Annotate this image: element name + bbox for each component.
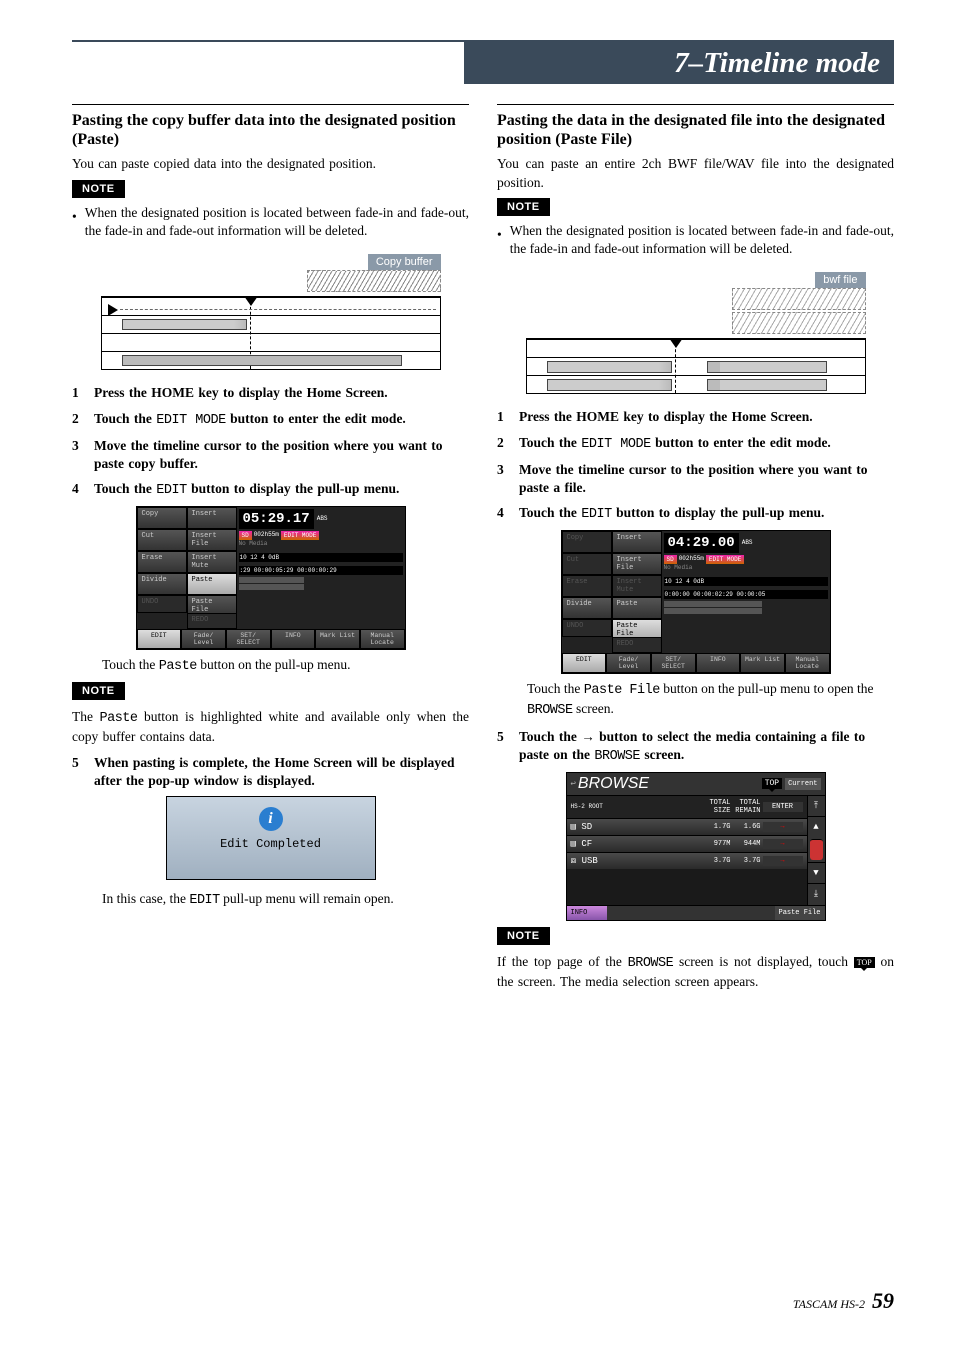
scroll-top-icon: ⤒ bbox=[808, 795, 825, 816]
note2-text-r: If the top page of the BROWSE screen is … bbox=[497, 953, 894, 991]
browse-title: BROWSE bbox=[578, 775, 762, 793]
step-1: 1Press the HOME key to display the Home … bbox=[72, 384, 469, 402]
intro-text-r: You can paste an entire 2ch BWF file/WAV… bbox=[497, 155, 894, 191]
root-crumb: HS-2 ROOT bbox=[571, 803, 701, 810]
info-button: INFO bbox=[567, 906, 607, 920]
product-name: TASCAM HS-2 bbox=[793, 1297, 865, 1311]
step-2-r: 2Touch the EDIT MODE button to enter the… bbox=[497, 434, 894, 454]
scroll-thumb bbox=[810, 839, 823, 860]
paste-file-button: Paste File bbox=[775, 906, 825, 920]
note-text: When the designated position is located … bbox=[85, 204, 469, 240]
enter-arrow-icon: → bbox=[763, 822, 803, 832]
page-number: 59 bbox=[868, 1288, 894, 1313]
cf-icon: ▤ bbox=[571, 839, 582, 849]
step-1-r: 1Press the HOME key to display the Home … bbox=[497, 408, 894, 426]
final-para: In this case, the EDIT pull-up menu will… bbox=[72, 890, 469, 910]
intro-text: You can paste copied data into the desig… bbox=[72, 155, 469, 173]
edit-pullup-screenshot-r: Copy Cut Erase Divide Insert Insert File… bbox=[561, 530, 831, 674]
browse-screenshot: ↩ BROWSE TOP Current HS-2 ROOT TOTAL SIZ… bbox=[566, 772, 826, 921]
top-icon: TOP bbox=[762, 778, 782, 790]
edit-completed-text: Edit Completed bbox=[167, 837, 375, 851]
step-5: 5When pasting is complete, the Home Scre… bbox=[72, 754, 469, 789]
bullet-dot: • bbox=[497, 222, 502, 258]
note2-text: The Paste button is highlighted white an… bbox=[72, 708, 469, 746]
touch-paste-instruction: Touch the Paste button on the pull-up me… bbox=[72, 656, 469, 676]
section-heading-paste: Pasting the copy buffer data into the de… bbox=[72, 105, 469, 151]
note-label-r2: NOTE bbox=[497, 927, 550, 945]
playhead-icon bbox=[244, 296, 258, 306]
section-heading-paste-file: Pasting the data in the designated file … bbox=[497, 105, 894, 151]
note-bullet: • When the designated position is locate… bbox=[72, 204, 469, 240]
top-icon-inline: TOP bbox=[854, 957, 875, 969]
edit-completed-popup: i Edit Completed bbox=[166, 796, 376, 880]
note-label-2: NOTE bbox=[72, 682, 125, 700]
enter-arrow-icon: → bbox=[763, 856, 803, 866]
copy-buffer-diagram: Copy buffer bbox=[101, 246, 441, 376]
step-3-r: 3Move the timeline cursor to the positio… bbox=[497, 461, 894, 496]
bwf-file-label: bwf file bbox=[815, 272, 865, 288]
note-label: NOTE bbox=[72, 180, 125, 198]
step-4-r: 4Touch the EDIT button to display the pu… bbox=[497, 504, 894, 524]
bullet-dot: • bbox=[72, 204, 77, 240]
back-arrow-icon: ↩ bbox=[571, 779, 576, 789]
note-text-r: When the designated position is located … bbox=[510, 222, 894, 258]
current-button: Current bbox=[785, 778, 820, 790]
note-bullet-r: • When the designated position is locate… bbox=[497, 222, 894, 258]
browse-row-usb: ⧈ USB 3.7G 3.7G → bbox=[567, 852, 807, 869]
scroll-up-icon: ▲ bbox=[808, 816, 825, 837]
step-3: 3Move the timeline cursor to the positio… bbox=[72, 437, 469, 472]
touch-pastefile-instruction: Touch the Paste File button on the pull-… bbox=[497, 680, 894, 720]
edit-pullup-screenshot: Copy Cut Erase Divide Insert Insert File… bbox=[136, 506, 406, 650]
browse-row-sd: ▤ SD 1.7G 1.6G → bbox=[567, 818, 807, 835]
browse-row-cf: ▤ CF 977M 944M → bbox=[567, 835, 807, 852]
right-column: Pasting the data in the designated file … bbox=[497, 104, 894, 991]
step-4: 4Touch the EDIT button to display the pu… bbox=[72, 480, 469, 500]
left-column: Pasting the copy buffer data into the de… bbox=[72, 104, 469, 991]
note-label-r: NOTE bbox=[497, 198, 550, 216]
sd-icon: ▤ bbox=[571, 822, 582, 832]
page-footer: TASCAM HS-2 59 bbox=[793, 1288, 894, 1314]
scroll-down-icon: ▼ bbox=[808, 862, 825, 883]
step-2: 2Touch the EDIT MODE button to enter the… bbox=[72, 410, 469, 430]
step-5-r: 5 Touch the → button to select the media… bbox=[497, 728, 894, 765]
copy-buffer-label: Copy buffer bbox=[368, 254, 441, 270]
scroll-bottom-icon: ⤓ bbox=[808, 883, 825, 904]
chapter-title: 7–Timeline mode bbox=[464, 42, 894, 84]
scrollbar: ⤒ ▲ ▼ ⤓ bbox=[807, 795, 825, 905]
info-icon: i bbox=[259, 807, 283, 831]
bwf-file-diagram: bwf file bbox=[526, 264, 866, 400]
usb-icon: ⧈ bbox=[571, 856, 582, 866]
playhead-icon bbox=[669, 338, 683, 348]
enter-arrow-icon: → bbox=[763, 839, 803, 849]
